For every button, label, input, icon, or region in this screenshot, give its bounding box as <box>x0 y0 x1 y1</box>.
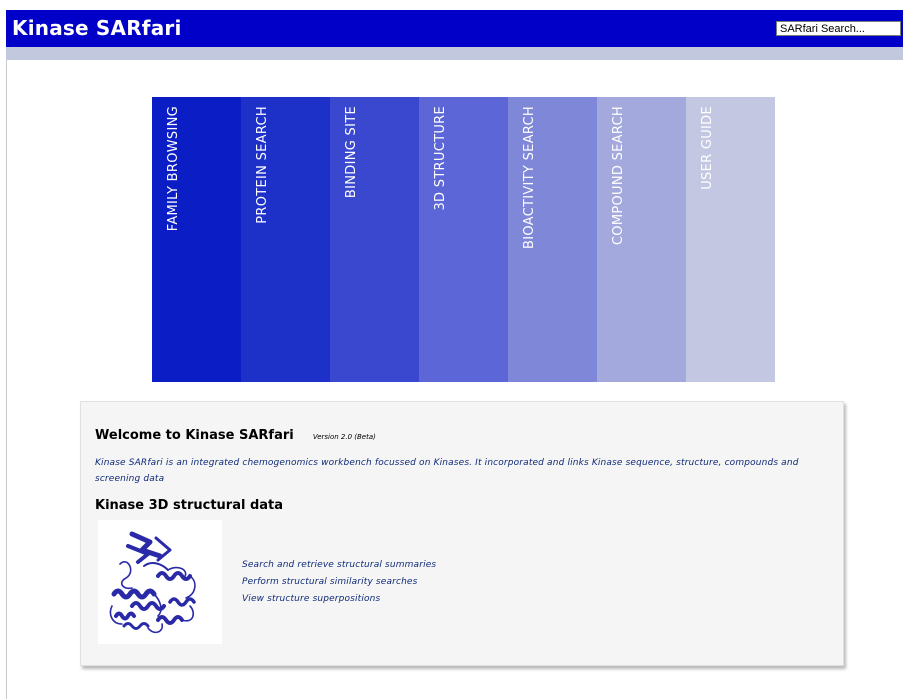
app-title: Kinase SARfari <box>12 16 182 40</box>
structural-links: Search and retrieve structural summaries… <box>242 557 436 608</box>
version-label: Version 2.0 (Beta) <box>312 433 376 441</box>
structural-data-title: Kinase 3D structural data <box>95 498 284 513</box>
nav-label: BIOACTIVITY SEARCH <box>522 106 537 250</box>
header-subbar <box>6 47 903 60</box>
link-structure-superpositions[interactable]: View structure superpositions <box>242 591 436 608</box>
link-structural-summaries[interactable]: Search and retrieve structural summaries <box>242 557 436 574</box>
left-divider <box>6 60 7 699</box>
page: Kinase SARfari FAMILY BROWSING PROTEIN S… <box>0 0 903 699</box>
nav-3d-structure[interactable]: 3D STRUCTURE <box>419 97 508 382</box>
nav-user-guide[interactable]: USER GUIDE <box>686 97 775 382</box>
welcome-panel: Welcome to Kinase SARfari Version 2.0 (B… <box>80 401 844 666</box>
protein-structure-ribbon-icon <box>98 520 222 644</box>
nav-label: COMPOUND SEARCH <box>611 106 626 246</box>
welcome-title: Welcome to Kinase SARfari <box>95 428 294 443</box>
nav-label: FAMILY BROWSING <box>166 106 181 232</box>
nav-compound-search[interactable]: COMPOUND SEARCH <box>597 97 686 382</box>
welcome-heading-row: Welcome to Kinase SARfari Version 2.0 (B… <box>95 424 376 443</box>
intro-description: Kinase SARfari is an integrated chemogen… <box>95 458 799 484</box>
main-navigation: FAMILY BROWSING PROTEIN SEARCH BINDING S… <box>152 97 775 382</box>
nav-bioactivity-search[interactable]: BIOACTIVITY SEARCH <box>508 97 597 382</box>
nav-protein-search[interactable]: PROTEIN SEARCH <box>241 97 330 382</box>
header-bar: Kinase SARfari <box>6 10 903 47</box>
nav-family-browsing[interactable]: FAMILY BROWSING <box>152 97 241 382</box>
sarfari-search-input[interactable] <box>776 21 901 36</box>
nav-binding-site[interactable]: BINDING SITE <box>330 97 419 382</box>
nav-label: PROTEIN SEARCH <box>255 106 270 224</box>
link-structural-similarity[interactable]: Perform structural similarity searches <box>242 574 436 591</box>
nav-label: USER GUIDE <box>700 106 715 190</box>
nav-label: BINDING SITE <box>344 106 359 199</box>
nav-label: 3D STRUCTURE <box>433 106 448 211</box>
